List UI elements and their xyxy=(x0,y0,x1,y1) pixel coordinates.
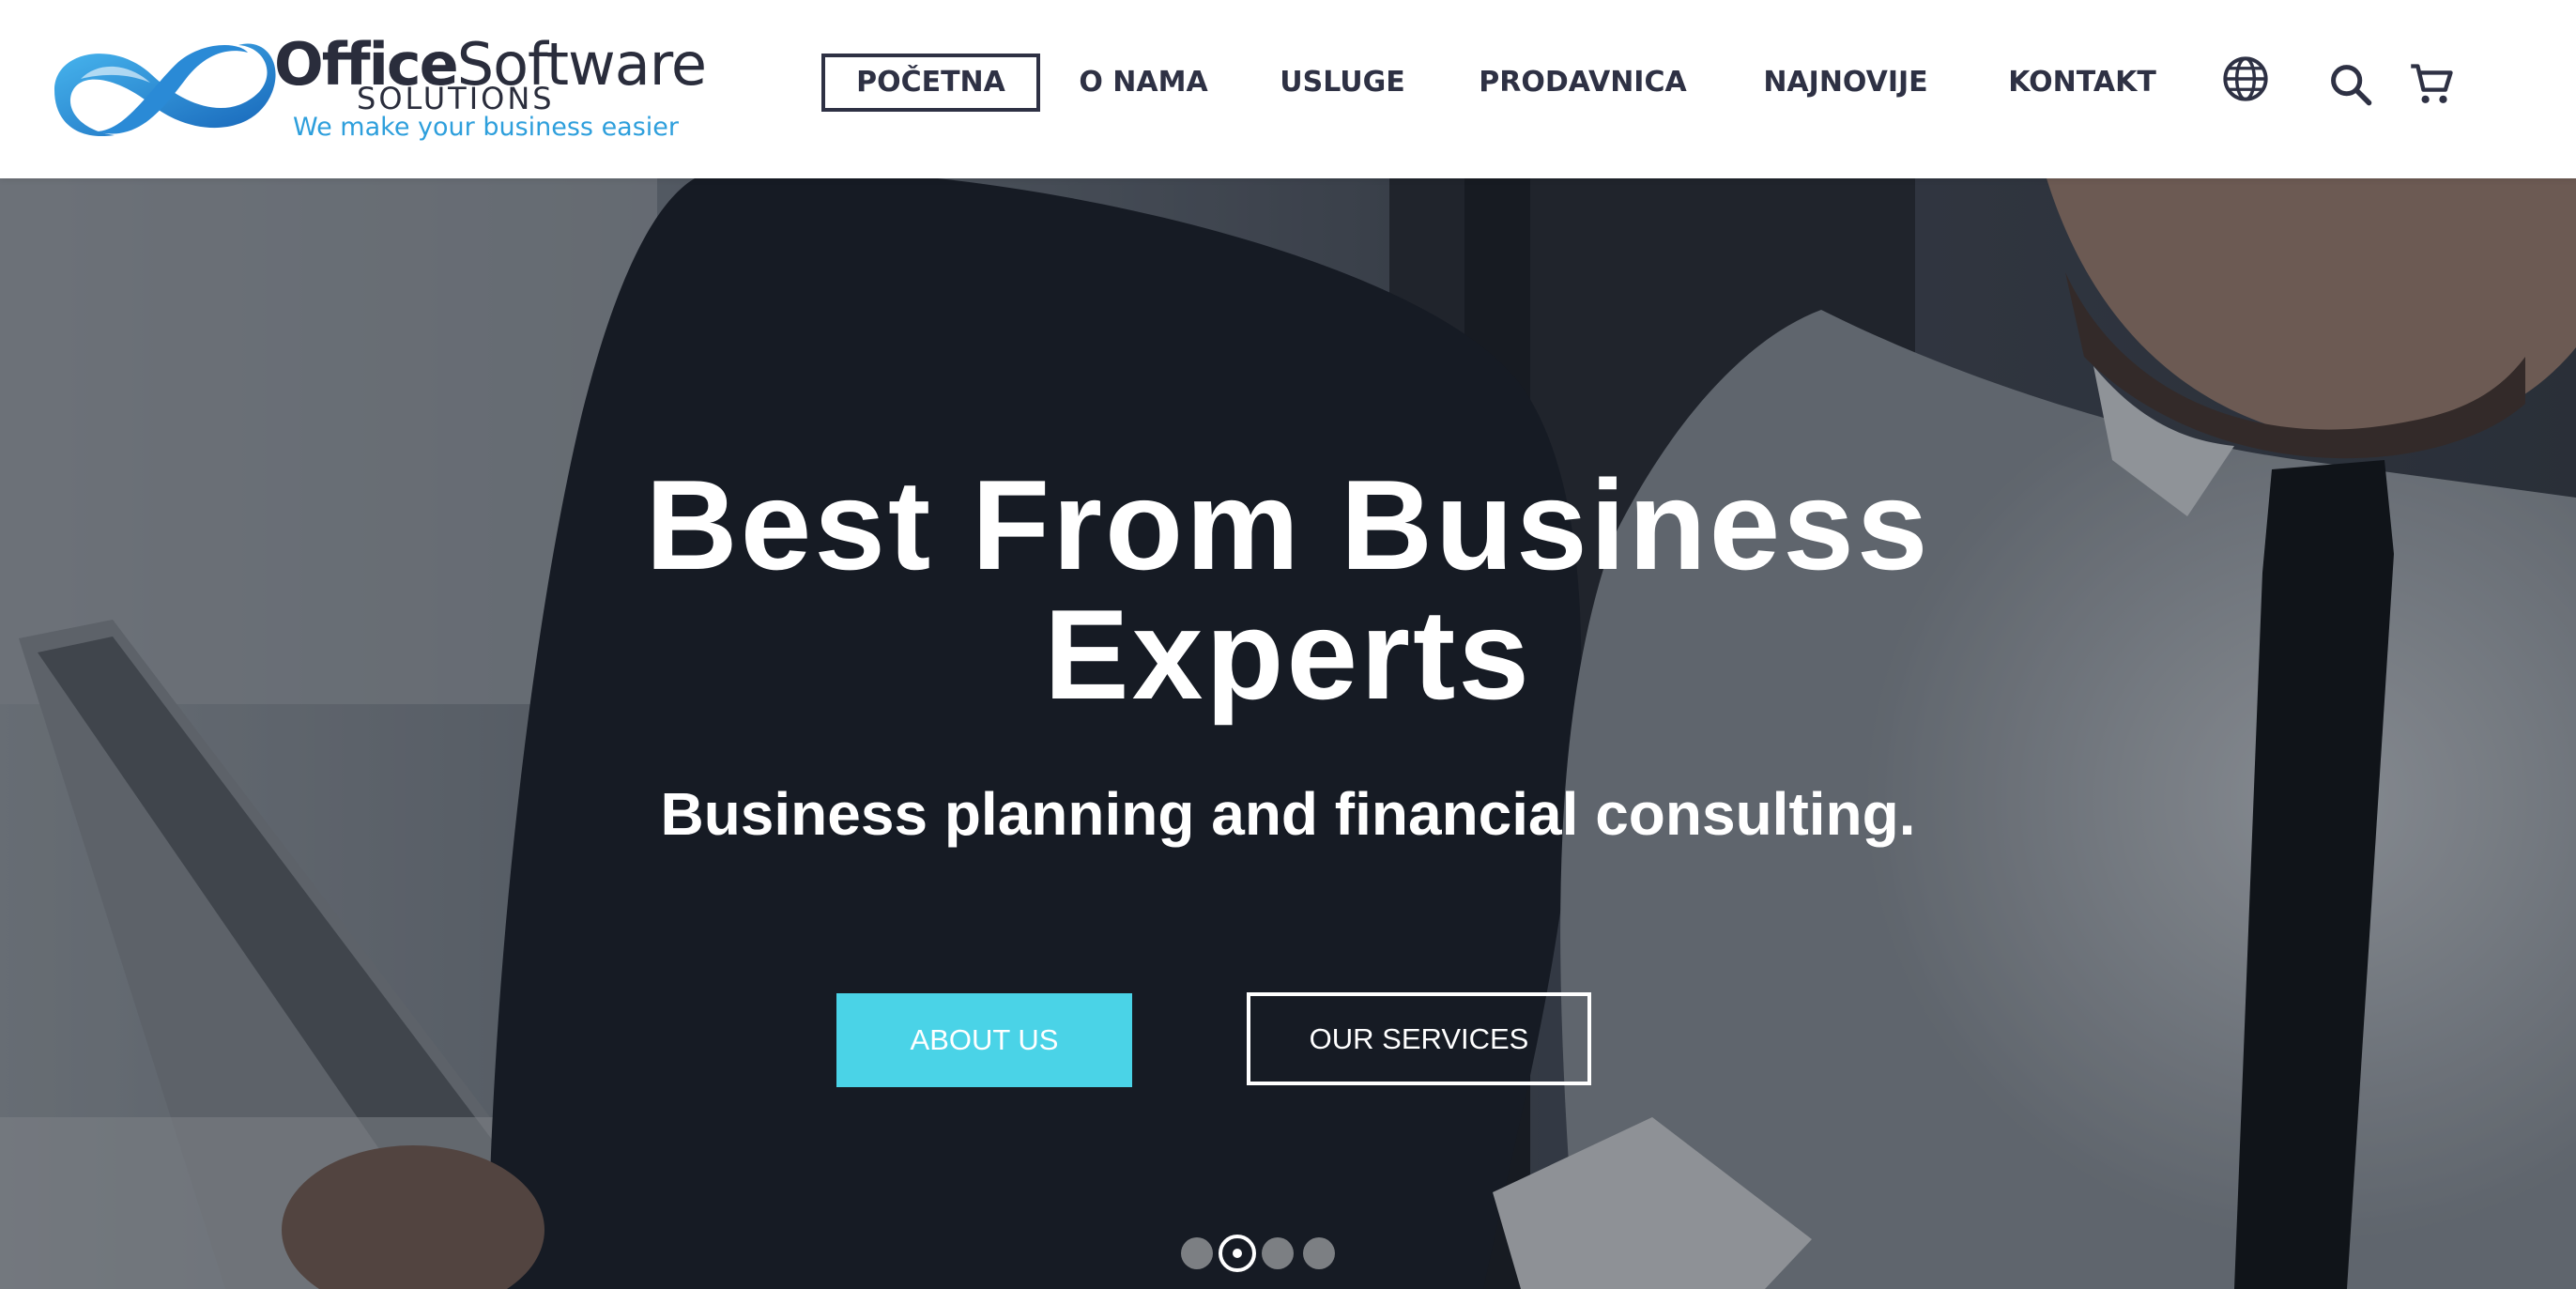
slide-dot-2-active[interactable] xyxy=(1219,1235,1256,1272)
globe-icon[interactable] xyxy=(2221,54,2270,103)
logo-swirl-icon xyxy=(54,43,276,137)
our-services-button[interactable]: OUR SERVICES xyxy=(1247,992,1591,1085)
logo-tagline: We make your business easier xyxy=(293,113,680,142)
slider-pagination xyxy=(1181,1235,1341,1275)
hero-title-line-1: Best From Business xyxy=(645,453,1931,596)
slide-dot-3[interactable] xyxy=(1262,1237,1294,1269)
hero-subtitle: Business planning and financial consulti… xyxy=(660,780,1916,848)
slide-dot-4[interactable] xyxy=(1303,1237,1335,1269)
about-us-button[interactable]: ABOUT US xyxy=(836,993,1132,1087)
hero-title: Best From Business Experts xyxy=(0,460,2576,719)
cart-icon[interactable] xyxy=(2408,60,2457,109)
hero-title-line-2: Experts xyxy=(1044,583,1532,726)
nav-item-prodavnica[interactable]: PRODAVNICA xyxy=(1472,54,1694,112)
nav-item-usluge[interactable]: USLUGE xyxy=(1274,54,1411,112)
site-header: OfficeSoftware SOLUTIONS We make your bu… xyxy=(0,0,2576,178)
hero-dark-overlay xyxy=(0,178,2576,1289)
logo-subtitle: SOLUTIONS xyxy=(357,81,555,116)
hero-slider: Best From Business Experts Business plan… xyxy=(0,178,2576,1289)
nav-item-kontakt[interactable]: KONTAKT xyxy=(2000,54,2165,112)
slide-dot-1[interactable] xyxy=(1181,1237,1213,1269)
company-logo[interactable]: OfficeSoftware SOLUTIONS We make your bu… xyxy=(47,26,707,153)
nav-item-o-nama[interactable]: O NAMA xyxy=(1070,54,1217,112)
nav-item-najnovije[interactable]: NAJNOVIJE xyxy=(1751,54,1940,112)
nav-item-pocetna[interactable]: POČETNA xyxy=(821,54,1040,112)
search-icon[interactable] xyxy=(2326,60,2375,109)
